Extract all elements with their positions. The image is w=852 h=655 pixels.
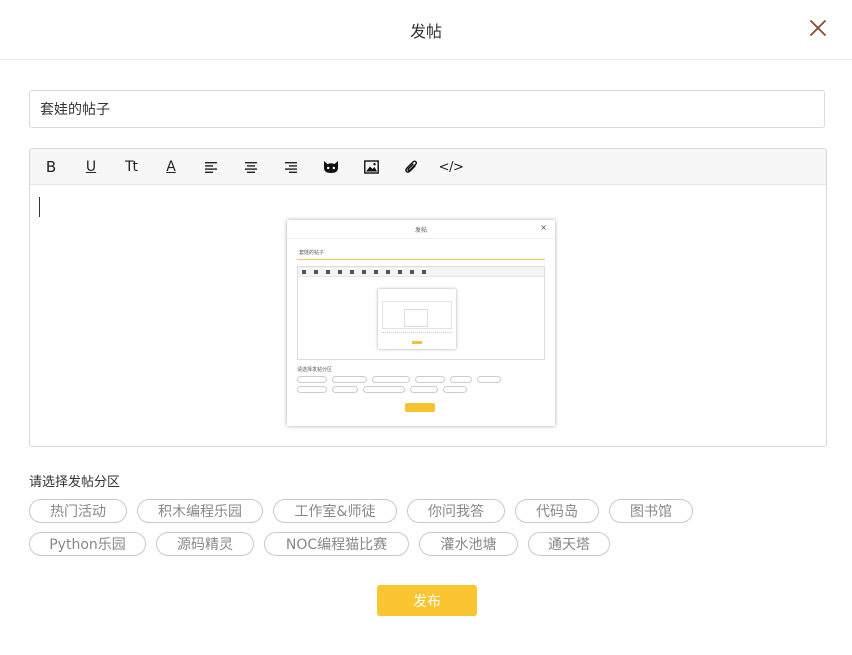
embedded-title: 发帖 bbox=[414, 227, 427, 234]
editor-toolbar: B U Tt A </> bbox=[30, 149, 826, 185]
embedded-header: 发帖 × bbox=[287, 220, 555, 239]
embedded-close-icon: × bbox=[540, 223, 547, 232]
font-size-icon: Tt bbox=[124, 159, 138, 175]
page-title: 发帖 bbox=[409, 22, 442, 41]
editor-content-area[interactable]: 发帖 × 套娃的帖子 请选择发帖分区 bbox=[30, 185, 826, 446]
tag-python[interactable]: Python乐园 bbox=[29, 532, 146, 556]
embedded-toolbar bbox=[298, 267, 544, 277]
align-right-button[interactable] bbox=[279, 155, 303, 179]
embedded-tag bbox=[372, 376, 410, 383]
tag-code-island[interactable]: 代码岛 bbox=[515, 499, 599, 523]
embedded-nested-screenshot bbox=[378, 289, 456, 349]
align-left-button[interactable] bbox=[199, 155, 223, 179]
text-caret bbox=[39, 197, 40, 217]
embedded-screenshot-image: 发帖 × 套娃的帖子 请选择发帖分区 bbox=[287, 220, 555, 426]
tag-hot-events[interactable]: 热门活动 bbox=[29, 499, 127, 523]
attachment-icon bbox=[405, 160, 418, 173]
cat-emoji-icon bbox=[324, 161, 338, 173]
embedded-tag bbox=[297, 386, 327, 393]
tag-qa[interactable]: 你问我答 bbox=[407, 499, 505, 523]
image-button[interactable] bbox=[359, 155, 383, 179]
embedded-tag bbox=[297, 376, 327, 383]
embedded-tag bbox=[443, 386, 467, 393]
tag-babel-tower[interactable]: 通天塔 bbox=[528, 532, 610, 556]
bold-button[interactable]: B bbox=[39, 155, 63, 179]
embedded-title-input: 套娃的帖子 bbox=[297, 249, 545, 260]
close-button[interactable] bbox=[806, 16, 830, 40]
post-title-input[interactable] bbox=[29, 90, 825, 128]
tag-block-coding[interactable]: 积木编程乐园 bbox=[137, 499, 263, 523]
tag-noc-contest[interactable]: NOC编程猫比赛 bbox=[264, 532, 409, 556]
underline-icon: U bbox=[85, 159, 97, 175]
embedded-tag bbox=[332, 376, 367, 383]
bold-icon: B bbox=[45, 158, 57, 176]
tag-studio-mentor[interactable]: 工作室&师徒 bbox=[273, 499, 397, 523]
align-center-button[interactable] bbox=[239, 155, 263, 179]
underline-button[interactable]: U bbox=[79, 155, 103, 179]
font-color-icon: A bbox=[166, 159, 176, 175]
embedded-tag bbox=[415, 376, 445, 383]
tag-water-pond[interactable]: 灌水池塘 bbox=[419, 532, 518, 556]
code-icon: </> bbox=[438, 159, 464, 175]
rich-text-editor: B U Tt A </> 发帖 × 套娃的帖子 请选择发帖分区 bbox=[29, 148, 827, 447]
font-color-button[interactable]: A bbox=[159, 155, 183, 179]
dialog-header: 发帖 bbox=[0, 0, 852, 60]
image-icon bbox=[363, 160, 379, 174]
embedded-tag bbox=[410, 386, 438, 393]
publish-button[interactable]: 发布 bbox=[377, 585, 477, 616]
tag-source-sprite[interactable]: 源码精灵 bbox=[156, 532, 254, 556]
align-right-icon bbox=[285, 162, 297, 173]
embedded-tag bbox=[477, 376, 501, 383]
embedded-category-label: 请选择发帖分区 bbox=[297, 367, 333, 373]
emoji-button[interactable] bbox=[319, 155, 343, 179]
code-button[interactable]: </> bbox=[438, 155, 464, 179]
align-left-icon bbox=[205, 162, 217, 173]
embedded-tag bbox=[332, 386, 358, 393]
close-icon[interactable] bbox=[806, 16, 830, 40]
category-label: 请选择发帖分区 bbox=[29, 475, 121, 490]
embedded-editor bbox=[297, 266, 545, 360]
attachment-button[interactable] bbox=[399, 155, 423, 179]
embedded-tag bbox=[363, 386, 405, 393]
font-size-button[interactable]: Tt bbox=[119, 155, 143, 179]
embedded-publish-button bbox=[405, 403, 435, 412]
embedded-tag bbox=[450, 376, 472, 383]
tag-library[interactable]: 图书馆 bbox=[609, 499, 693, 523]
align-center-icon bbox=[245, 162, 257, 173]
